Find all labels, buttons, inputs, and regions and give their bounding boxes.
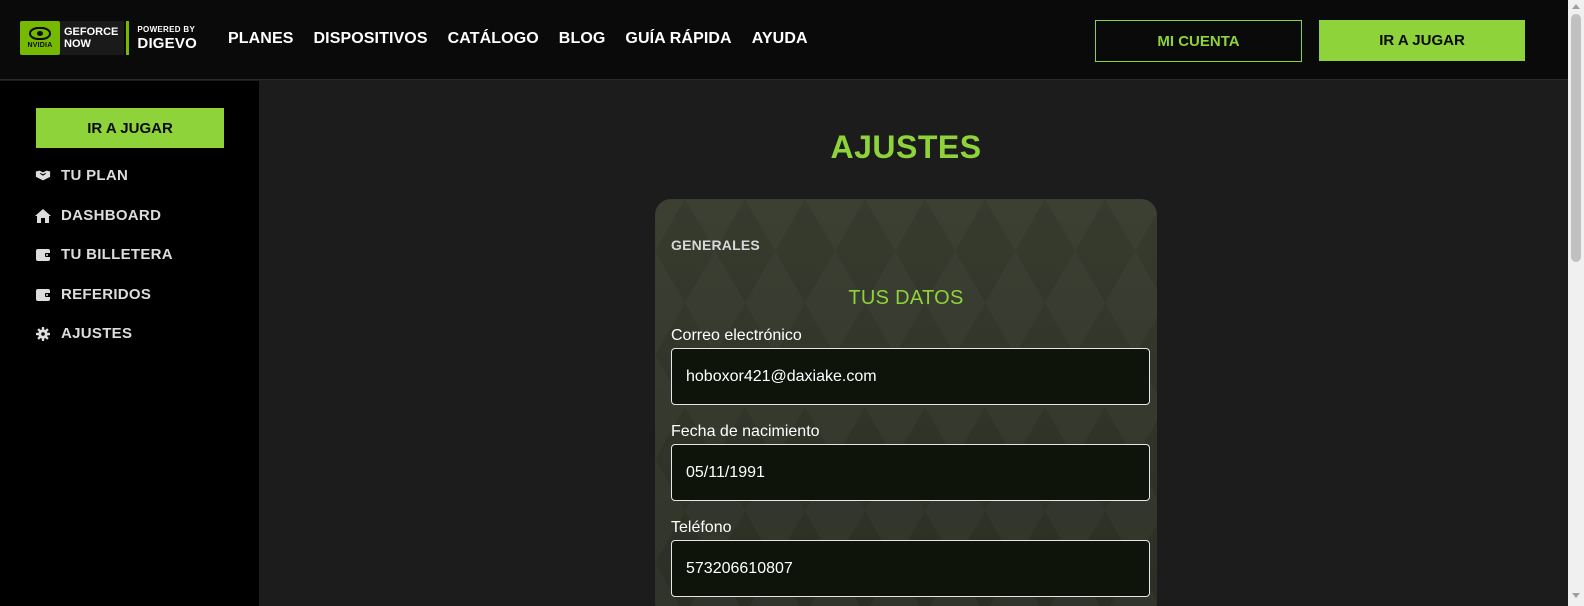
powered-by-digevo: POWERED BY DIGEVO <box>137 24 197 52</box>
card-title: TUS DATOS <box>848 287 964 309</box>
birthdate-label: Fecha de nacimiento <box>671 423 820 440</box>
nav-planes[interactable]: PLANES <box>228 30 294 48</box>
nav-guia-rapida[interactable]: GUÍA RÁPIDA <box>625 30 731 48</box>
geforce-now-wordmark: GEFORCE NOW <box>60 21 125 55</box>
handshake-icon <box>35 169 51 183</box>
sidebar-item-tu-billetera[interactable]: TU BILLETERA <box>35 246 173 263</box>
nav-dispositivos[interactable]: DISPOSITIVOS <box>314 30 428 48</box>
logo-divider <box>126 21 130 55</box>
geforce-now-digevo-logo[interactable]: NVIDIA GEFORCE NOW POWERED BY DIGEVO <box>20 20 197 56</box>
section-label-generales: GENERALES <box>671 237 760 253</box>
page-scrollbar[interactable] <box>1568 0 1584 606</box>
page-title: AJUSTES <box>830 129 982 165</box>
top-header: NVIDIA GEFORCE NOW POWERED BY DIGEVO PLA… <box>0 0 1568 80</box>
phone-label: Teléfono <box>671 519 732 536</box>
sidebar-item-label: AJUSTES <box>61 325 133 342</box>
home-icon <box>35 208 51 223</box>
sidebar-item-label: REFERIDOS <box>61 286 152 303</box>
email-label: Correo electrónico <box>671 327 802 344</box>
settings-card: GENERALES TUS DATOS Correo electrónico F… <box>655 199 1157 606</box>
wallet-icon <box>35 288 51 302</box>
wallet-icon <box>35 248 51 262</box>
email-field[interactable] <box>671 348 1150 405</box>
sidebar-item-label: TU PLAN <box>61 167 129 184</box>
nav-blog[interactable]: BLOG <box>559 30 606 48</box>
sidebar-item-ajustes[interactable]: AJUSTES <box>35 325 132 342</box>
sidebar-item-dashboard[interactable]: DASHBOARD <box>35 207 161 224</box>
scroll-up-arrow-icon[interactable] <box>1572 4 1580 9</box>
play-button-header[interactable]: IR A JUGAR <box>1319 20 1525 61</box>
play-button-sidebar[interactable]: IR A JUGAR <box>36 108 224 148</box>
nav-catalogo[interactable]: CATÁLOGO <box>448 30 539 48</box>
scroll-down-arrow-icon[interactable] <box>1572 593 1580 598</box>
sidebar-item-tu-plan[interactable]: TU PLAN <box>35 167 128 184</box>
main-nav: PLANES DISPOSITIVOS CATÁLOGO BLOG GUÍA R… <box>228 30 828 48</box>
nvidia-logo-icon: NVIDIA <box>20 21 60 55</box>
my-account-button[interactable]: MI CUENTA <box>1095 20 1302 62</box>
sidebar-item-referidos[interactable]: REFERIDOS <box>35 286 151 303</box>
gear-icon <box>35 326 51 341</box>
nav-ayuda[interactable]: AYUDA <box>752 30 808 48</box>
sidebar-item-label: TU BILLETERA <box>61 246 173 263</box>
sidebar-item-label: DASHBOARD <box>61 207 162 224</box>
account-sidebar: IR A JUGAR TU PLAN DASHBOARD TU BILLETER… <box>0 81 259 606</box>
birthdate-field[interactable] <box>671 444 1150 501</box>
phone-field[interactable] <box>671 540 1150 597</box>
scrollbar-thumb[interactable] <box>1571 14 1581 262</box>
